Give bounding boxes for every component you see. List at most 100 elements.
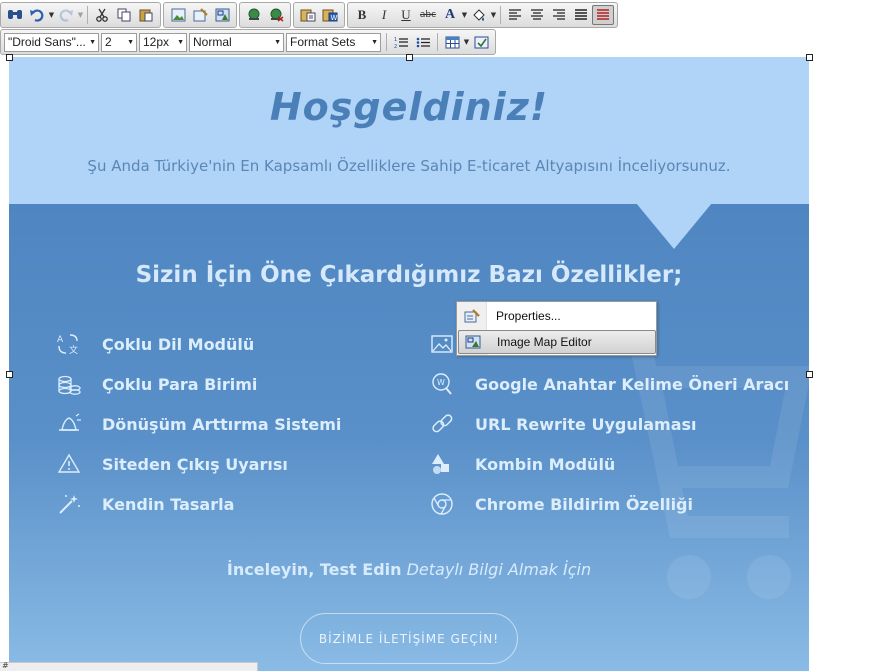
toolbar-row-2: "Droid Sans"... ▼ 2 ▼ 12px ▼ Normal ▼ Format… bbox=[0, 29, 498, 55]
hero-banner: Hoşgeldiniz! Şu Anda Türkiye'nin En Kaps… bbox=[9, 57, 809, 204]
toolbar-row-1: ▼ ▼ W B I U abc A ▼ ▼ bbox=[0, 2, 620, 28]
magic-wand-icon bbox=[56, 492, 82, 516]
feature-item: Çoklu Para Birimi bbox=[56, 372, 257, 396]
toolbar-group-format: B I U abc A ▼ ▼ bbox=[347, 2, 618, 28]
toolbar-group-links bbox=[239, 2, 291, 28]
redo-dropdown-icon[interactable]: ▼ bbox=[77, 11, 84, 19]
feature-label: Siteden Çıkış Uyarısı bbox=[102, 454, 288, 474]
feature-item: Chrome Bildirim Özelliği bbox=[429, 492, 693, 516]
format-sets-value: Format Sets bbox=[290, 35, 356, 49]
feature-item: Kombin Modülü bbox=[429, 452, 615, 476]
coins-icon bbox=[56, 372, 82, 396]
resize-handle-top-left[interactable] bbox=[6, 54, 13, 61]
paste-text-icon[interactable] bbox=[297, 5, 319, 25]
chevron-down-icon: ▼ bbox=[177, 38, 184, 46]
html-view-icon[interactable] bbox=[592, 5, 614, 25]
find-replace-icon[interactable] bbox=[4, 5, 26, 25]
font-size-px-select[interactable]: 12px ▼ bbox=[139, 32, 187, 52]
feature-label: Chrome Bildirim Özelliği bbox=[475, 494, 693, 514]
image-icon bbox=[429, 332, 455, 356]
warning-icon bbox=[56, 452, 82, 476]
resize-handle-top-right[interactable] bbox=[806, 54, 813, 61]
undo-dropdown-icon[interactable]: ▼ bbox=[48, 11, 55, 19]
ordered-list-icon[interactable]: 12 bbox=[390, 32, 412, 52]
font-size-px-value: 12px bbox=[143, 35, 170, 49]
insert-link-icon[interactable] bbox=[243, 5, 265, 25]
feature-label: URL Rewrite Uygulaması bbox=[475, 414, 697, 434]
align-justify-icon[interactable] bbox=[570, 5, 592, 25]
feature-label: Google Anahtar Kelime Öneri Aracı bbox=[475, 374, 790, 394]
resize-handle-right[interactable] bbox=[806, 371, 813, 378]
cut-icon[interactable] bbox=[91, 5, 113, 25]
feature-label: Kombin Modülü bbox=[475, 454, 616, 474]
feature-label: Dönüşüm Arttırma Sistemi bbox=[102, 414, 342, 434]
toolbar-separator bbox=[87, 6, 88, 24]
highlight-dropdown-icon[interactable]: ▼ bbox=[490, 11, 497, 19]
bell-icon bbox=[56, 412, 82, 436]
image-properties-icon[interactable] bbox=[189, 5, 211, 25]
toolbar-group-edit: ▼ ▼ bbox=[0, 2, 161, 28]
block-format-value: Normal bbox=[193, 35, 232, 49]
hero-title: Hoşgeldiniz! bbox=[269, 85, 549, 129]
font-color-button[interactable]: A bbox=[439, 5, 461, 25]
feature-item: W Google Anahtar Kelime Öneri Aracı bbox=[429, 372, 789, 396]
feature-item: Siteden Çıkış Uyarısı bbox=[56, 452, 288, 476]
remove-link-icon[interactable] bbox=[265, 5, 287, 25]
font-size-select[interactable]: 2 ▼ bbox=[101, 32, 137, 52]
font-size-value: 2 bbox=[105, 35, 112, 49]
toolbar-separator bbox=[386, 33, 387, 51]
status-bar: # bbox=[0, 661, 258, 671]
form-field-icon[interactable] bbox=[470, 32, 492, 52]
undo-icon[interactable] bbox=[26, 5, 48, 25]
toolbar-group-paste: W bbox=[293, 2, 345, 28]
properties-icon bbox=[458, 309, 486, 323]
image-map-icon bbox=[459, 335, 487, 349]
contact-button[interactable]: BİZİMLE İLETİŞİME GEÇİN! bbox=[300, 613, 518, 664]
italic-button[interactable]: I bbox=[373, 5, 395, 25]
translate-icon: A文 bbox=[56, 332, 82, 356]
redo-icon[interactable] bbox=[55, 5, 77, 25]
align-center-icon[interactable] bbox=[526, 5, 548, 25]
align-right-icon[interactable] bbox=[548, 5, 570, 25]
paste-word-icon[interactable]: W bbox=[319, 5, 341, 25]
svg-text:2: 2 bbox=[394, 44, 397, 49]
resize-handle-top[interactable] bbox=[406, 54, 413, 61]
unordered-list-icon[interactable] bbox=[412, 32, 434, 52]
paste-icon[interactable] bbox=[135, 5, 157, 25]
toolbar-group-fonts: "Droid Sans"... ▼ 2 ▼ 12px ▼ Normal ▼ Format… bbox=[0, 29, 496, 55]
chevron-down-icon: ▼ bbox=[127, 38, 134, 46]
format-sets-select[interactable]: Format Sets ▼ bbox=[286, 32, 381, 52]
feature-label: Çoklu Dil Modülü bbox=[102, 334, 255, 354]
image-map-icon[interactable] bbox=[211, 5, 233, 25]
insert-table-icon[interactable] bbox=[441, 32, 463, 52]
highlight-color-icon[interactable] bbox=[468, 5, 490, 25]
block-format-select[interactable]: Normal ▼ bbox=[189, 32, 284, 52]
svg-text:文: 文 bbox=[69, 344, 78, 356]
context-menu-item-properties[interactable]: Properties... bbox=[458, 304, 656, 328]
status-path: # bbox=[2, 661, 9, 670]
align-left-icon[interactable] bbox=[504, 5, 526, 25]
feature-item: A文 Çoklu Dil Modülü bbox=[56, 332, 254, 356]
insert-image-icon[interactable] bbox=[167, 5, 189, 25]
feature-label: Kendin Tasarla bbox=[102, 494, 235, 514]
table-dropdown-icon[interactable]: ▼ bbox=[463, 38, 470, 46]
hero-subtitle: Şu Anda Türkiye'nin En Kapsamlı Özellikl… bbox=[87, 157, 731, 175]
copy-icon[interactable] bbox=[113, 5, 135, 25]
toolbar-separator bbox=[500, 6, 501, 24]
strikethrough-button[interactable]: abc bbox=[417, 5, 439, 25]
underline-button[interactable]: U bbox=[395, 5, 417, 25]
link-icon bbox=[429, 412, 455, 436]
editor-content-area[interactable]: Hoşgeldiniz! Şu Anda Türkiye'nin En Kaps… bbox=[9, 57, 809, 671]
font-color-dropdown-icon[interactable]: ▼ bbox=[461, 11, 468, 19]
context-menu-item-image-map-editor[interactable]: Image Map Editor bbox=[458, 330, 656, 354]
resize-handle-left[interactable] bbox=[6, 371, 13, 378]
chevron-down-icon: ▼ bbox=[274, 38, 281, 46]
feature-item: Dönüşüm Arttırma Sistemi bbox=[56, 412, 341, 436]
bold-button[interactable]: B bbox=[351, 5, 373, 25]
features-title: Sizin İçin Öne Çıkardığımız Bazı Özellik… bbox=[135, 262, 683, 288]
feature-item: Kendin Tasarla bbox=[56, 492, 234, 516]
section-notch bbox=[636, 203, 712, 249]
keyword-search-icon: W bbox=[429, 372, 455, 396]
context-menu: Properties... Image Map Editor bbox=[456, 301, 657, 356]
font-family-select[interactable]: "Droid Sans"... ▼ bbox=[4, 32, 99, 52]
